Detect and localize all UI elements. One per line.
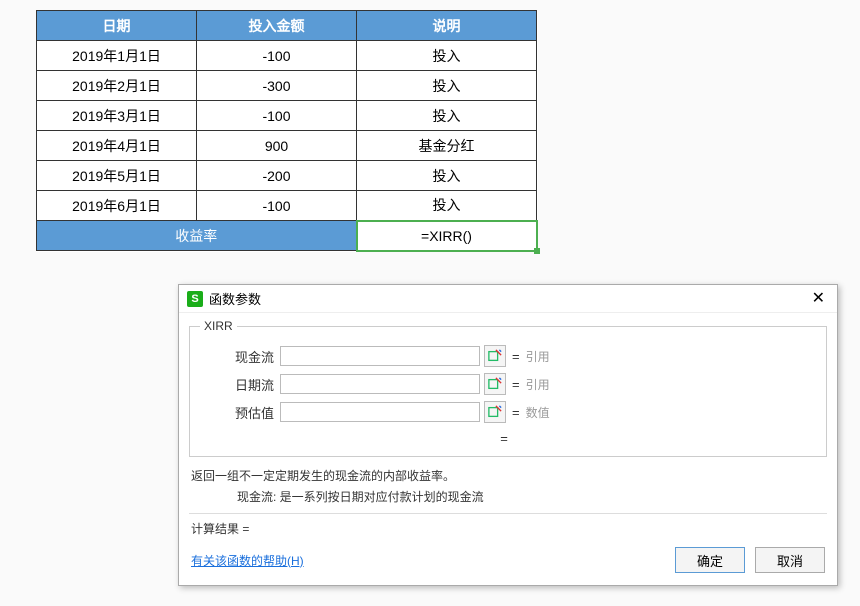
dialog-title: 函数参数 (209, 289, 261, 308)
function-arguments-dialog: S 函数参数 ✕ XIRR 现金流 = 引用 日期流 = (178, 284, 838, 586)
param-label: 现金流 (200, 347, 280, 366)
cell-desc[interactable]: 投入 (357, 161, 537, 191)
table-row[interactable]: 2019年5月1日 -200 投入 (37, 161, 537, 191)
cell-date[interactable]: 2019年2月1日 (37, 71, 197, 101)
cell-date[interactable]: 2019年6月1日 (37, 191, 197, 221)
param-label: 预估值 (200, 403, 280, 422)
cell-date[interactable]: 2019年5月1日 (37, 161, 197, 191)
cell-desc[interactable]: 投入 (357, 71, 537, 101)
table-row-return[interactable]: 收益率 =XIRR() (37, 221, 537, 251)
table-row[interactable]: 2019年2月1日 -300 投入 (37, 71, 537, 101)
argument-description: 现金流: 是一系列按日期对应付款计划的现金流 (237, 488, 825, 505)
table-row[interactable]: 2019年3月1日 -100 投入 (37, 101, 537, 131)
cell-desc[interactable]: 投入 (357, 191, 537, 221)
param-hint: 引用 (526, 376, 550, 393)
cell-desc[interactable]: 投入 (357, 101, 537, 131)
param-row-guess: 预估值 = 数值 (200, 399, 808, 425)
cell-date[interactable]: 2019年1月1日 (37, 41, 197, 71)
col-header-amount: 投入金额 (197, 11, 357, 41)
param-input-dates[interactable] (280, 374, 480, 394)
range-picker-icon[interactable] (484, 373, 506, 395)
app-icon: S (187, 291, 203, 307)
close-icon[interactable]: ✕ (808, 291, 829, 307)
table-row[interactable]: 2019年4月1日 900 基金分红 (37, 131, 537, 161)
cell-desc[interactable]: 基金分红 (357, 131, 537, 161)
cell-amount[interactable]: -100 (197, 101, 357, 131)
function-name-label: XIRR (200, 319, 237, 333)
param-input-guess[interactable] (280, 402, 480, 422)
cell-amount[interactable]: 900 (197, 131, 357, 161)
cancel-button[interactable]: 取消 (755, 547, 825, 573)
dialog-title-bar[interactable]: S 函数参数 ✕ (179, 285, 837, 313)
equals-sign: = (512, 405, 520, 420)
param-row-cashflow: 现金流 = 引用 (200, 343, 808, 369)
range-picker-icon[interactable] (484, 401, 506, 423)
col-header-date: 日期 (37, 11, 197, 41)
cashflow-table: 日期 投入金额 说明 2019年1月1日 -100 投入 2019年2月1日 -… (36, 10, 538, 252)
help-link[interactable]: 有关该函数的帮助(H) (191, 552, 304, 569)
cell-amount[interactable]: -200 (197, 161, 357, 191)
table-row[interactable]: 2019年1月1日 -100 投入 (37, 41, 537, 71)
equals-sign: = (512, 377, 520, 392)
result-equals: = (200, 431, 808, 446)
param-hint: 数值 (526, 404, 550, 421)
cell-amount[interactable]: -300 (197, 71, 357, 101)
cell-desc[interactable]: 投入 (357, 41, 537, 71)
cell-amount[interactable]: -100 (197, 41, 357, 71)
table-row[interactable]: 2019年6月1日 -100 投入 (37, 191, 537, 221)
calc-result-label: 计算结果 = (191, 520, 825, 537)
param-input-cashflow[interactable] (280, 346, 480, 366)
return-rate-label: 收益率 (37, 221, 357, 251)
cell-date[interactable]: 2019年3月1日 (37, 101, 197, 131)
divider (189, 513, 827, 514)
param-row-dates: 日期流 = 引用 (200, 371, 808, 397)
cell-date[interactable]: 2019年4月1日 (37, 131, 197, 161)
col-header-desc: 说明 (357, 11, 537, 41)
param-hint: 引用 (526, 348, 550, 365)
cell-amount[interactable]: -100 (197, 191, 357, 221)
equals-sign: = (512, 349, 520, 364)
function-group: XIRR 现金流 = 引用 日期流 = 引用 预估值 (189, 319, 827, 457)
range-picker-icon[interactable] (484, 345, 506, 367)
formula-cell[interactable]: =XIRR() (357, 221, 537, 251)
function-description: 返回一组不一定定期发生的现金流的内部收益率。 (191, 467, 825, 484)
ok-button[interactable]: 确定 (675, 547, 745, 573)
param-label: 日期流 (200, 375, 280, 394)
